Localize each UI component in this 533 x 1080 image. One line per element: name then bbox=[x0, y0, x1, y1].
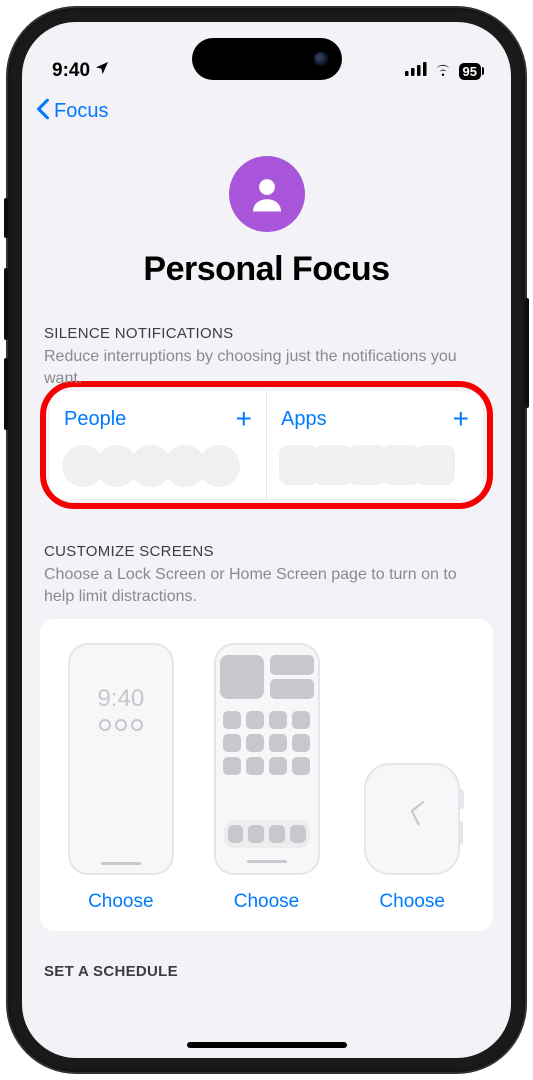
side-button bbox=[4, 198, 8, 238]
avatar-placeholder bbox=[198, 445, 240, 487]
apps-placeholder bbox=[281, 445, 469, 485]
watch-hands-icon bbox=[390, 789, 434, 842]
lock-screen-preview: 9:40 bbox=[68, 643, 174, 875]
chevron-left-icon bbox=[36, 98, 50, 124]
location-icon bbox=[94, 60, 110, 82]
customize-screens-card: 9:40 Choose bbox=[40, 619, 493, 931]
silence-section-label: SILENCE NOTIFICATIONS bbox=[40, 325, 493, 342]
battery-level: 95 bbox=[463, 65, 477, 78]
customize-section-subtitle: Choose a Lock Screen or Home Screen page… bbox=[40, 564, 493, 607]
choose-home-screen-button[interactable]: Choose bbox=[234, 891, 300, 913]
plus-icon: + bbox=[453, 405, 469, 433]
lock-screen-column: 9:40 Choose bbox=[50, 643, 192, 913]
phone-frame: 9:40 bbox=[8, 8, 525, 1072]
plus-icon: + bbox=[236, 405, 252, 433]
cellular-icon bbox=[405, 60, 427, 82]
app-placeholder bbox=[415, 445, 455, 485]
home-screen-preview bbox=[214, 643, 320, 875]
power-button bbox=[525, 298, 529, 408]
notification-filters-card: People + Apps bbox=[50, 391, 483, 499]
highlight-annotation: People + Apps bbox=[40, 381, 493, 509]
front-camera bbox=[314, 52, 328, 66]
apps-filter-button[interactable]: Apps + bbox=[266, 391, 483, 499]
choose-lock-screen-button[interactable]: Choose bbox=[88, 891, 154, 913]
watch-face-preview bbox=[364, 763, 460, 875]
people-label: People bbox=[64, 408, 126, 431]
person-icon bbox=[229, 156, 305, 232]
apps-label: Apps bbox=[281, 408, 327, 431]
dynamic-island bbox=[192, 38, 342, 80]
lock-screen-time: 9:40 bbox=[97, 685, 144, 713]
hero: Personal Focus bbox=[40, 128, 493, 325]
choose-watch-face-button[interactable]: Choose bbox=[379, 891, 445, 913]
nav-bar: Focus bbox=[22, 88, 511, 128]
back-label: Focus bbox=[54, 100, 108, 123]
schedule-section-label: SET A SCHEDULE bbox=[40, 963, 493, 980]
home-screen-column: Choose bbox=[196, 643, 338, 913]
people-avatars-placeholder bbox=[64, 445, 252, 487]
wifi-icon bbox=[433, 60, 453, 82]
screen: 9:40 bbox=[22, 22, 511, 1058]
battery-indicator: 95 bbox=[459, 63, 481, 80]
volume-up-button bbox=[4, 268, 8, 340]
volume-down-button bbox=[4, 358, 8, 430]
page-title: Personal Focus bbox=[40, 250, 493, 289]
status-time: 9:40 bbox=[52, 60, 90, 82]
customize-section-label: CUSTOMIZE SCREENS bbox=[40, 543, 493, 560]
content-area: Personal Focus SILENCE NOTIFICATIONS Red… bbox=[22, 128, 511, 980]
people-filter-button[interactable]: People + bbox=[50, 391, 266, 499]
back-button[interactable]: Focus bbox=[36, 98, 108, 124]
watch-column: Choose bbox=[341, 643, 483, 913]
home-indicator[interactable] bbox=[187, 1042, 347, 1048]
lock-screen-widgets bbox=[99, 719, 143, 731]
